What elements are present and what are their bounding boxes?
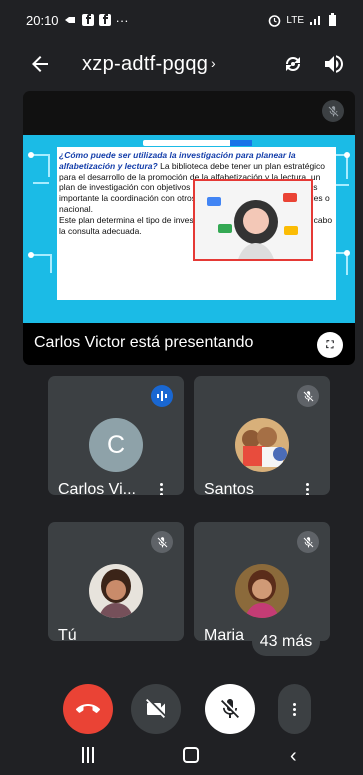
mic-off-icon xyxy=(303,390,313,401)
camera-toggle-button[interactable] xyxy=(131,684,181,734)
presentation-muted-indicator xyxy=(322,100,344,122)
presenter-status: Carlos Victor está presentando xyxy=(34,334,254,351)
more-participants-button[interactable]: 43 más xyxy=(252,628,320,656)
avatar xyxy=(235,418,289,472)
camera-off-icon xyxy=(146,699,165,718)
more-options-button[interactable] xyxy=(278,684,311,734)
status-bar: 20:10 ··· LTE xyxy=(0,0,363,40)
more-status-icons: ··· xyxy=(115,12,129,28)
back-arrow-icon[interactable] xyxy=(28,52,52,76)
mic-off-icon xyxy=(303,536,313,547)
audio-wave-icon xyxy=(157,391,167,401)
presentation-tile[interactable]: ¿Cómo puede ser utilizada la investigaci… xyxy=(23,91,355,365)
speaking-indicator-icon xyxy=(151,385,173,407)
home-icon[interactable] xyxy=(183,747,199,763)
more-options-icon xyxy=(288,699,302,719)
muted-indicator xyxy=(297,385,319,407)
notification-icon xyxy=(64,17,75,23)
meeting-app-bar: xzp-adtf-pgqg › xyxy=(0,40,363,88)
android-navigation-bar: ‹ xyxy=(0,736,363,775)
recent-apps-icon[interactable] xyxy=(82,747,94,763)
presentation-caption: Carlos Victor está presentando ⛶ xyxy=(23,323,355,365)
muted-indicator xyxy=(297,531,319,553)
meeting-code[interactable]: xzp-adtf-pgqg xyxy=(82,53,208,76)
status-right: LTE xyxy=(268,13,337,27)
switch-camera-icon[interactable] xyxy=(281,52,305,76)
signal-icon xyxy=(310,16,320,25)
phone-hangup-icon xyxy=(76,704,100,713)
participant-name: Santos xyxy=(204,481,254,495)
back-icon[interactable]: ‹ xyxy=(290,745,304,767)
participant-tile-you[interactable]: Tú xyxy=(48,522,184,641)
presentation-top-bar xyxy=(23,91,355,135)
avatar: C xyxy=(89,418,143,472)
status-left: 20:10 ··· xyxy=(26,13,129,28)
slide-toolbar-button xyxy=(230,140,252,146)
battery-icon xyxy=(329,13,336,26)
participant-name: Tú xyxy=(58,627,77,641)
avatar xyxy=(89,564,143,618)
muted-indicator xyxy=(151,531,173,553)
participant-name: Carlos Vi... xyxy=(58,481,136,495)
call-controls xyxy=(0,670,363,734)
mic-off-icon xyxy=(328,105,338,116)
speaker-icon[interactable] xyxy=(322,52,346,76)
network-type: LTE xyxy=(286,14,304,26)
alarm-icon xyxy=(269,14,281,27)
mic-off-icon xyxy=(221,699,239,718)
slide-woman-tablet-picture xyxy=(193,179,313,261)
fullscreen-icon[interactable]: ⛶ xyxy=(317,332,343,358)
shared-slide: ¿Cómo puede ser utilizada la investigaci… xyxy=(23,135,355,323)
participant-more-icon[interactable] xyxy=(154,479,168,495)
facebook-icon xyxy=(81,14,94,26)
participant-tile-maria[interactable]: Maria xyxy=(194,522,330,641)
avatar xyxy=(235,564,289,618)
participant-more-icon[interactable] xyxy=(300,479,314,495)
meeting-details-caret-icon[interactable]: › xyxy=(211,55,216,71)
participant-tile-carlos[interactable]: C Carlos Vi... xyxy=(48,376,184,495)
participant-tile-santos[interactable]: Santos xyxy=(194,376,330,495)
mic-off-icon xyxy=(157,536,167,547)
woman-tablet-illustration xyxy=(195,181,311,259)
participant-name: Maria xyxy=(204,627,245,641)
facebook-icon-2 xyxy=(98,14,111,26)
slide-toolbar xyxy=(143,140,241,146)
microphone-toggle-button[interactable] xyxy=(205,684,255,734)
leave-call-button[interactable] xyxy=(63,684,113,734)
time-text: 20:10 xyxy=(26,12,59,28)
